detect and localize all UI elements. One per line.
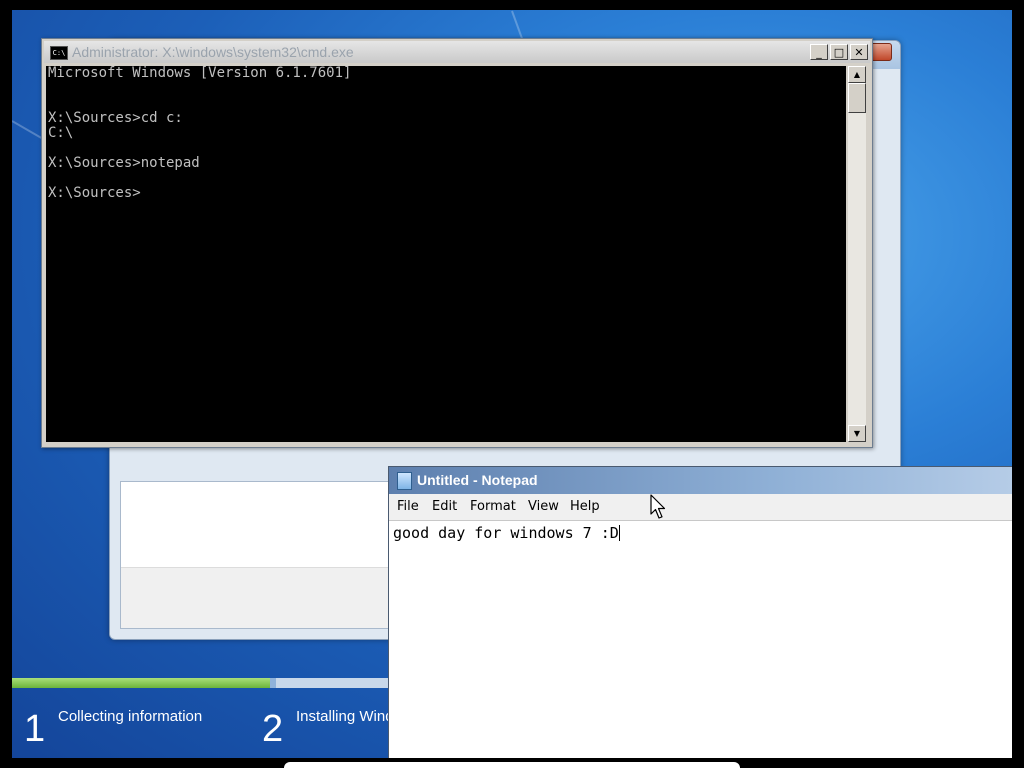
cmd-window[interactable]: C:\ Administrator: X:\windows\system32\c… <box>41 38 873 448</box>
close-button[interactable]: ✕ <box>850 44 868 60</box>
setup-step-number: 1 <box>24 708 46 750</box>
cmd-titlebar[interactable]: C:\ Administrator: X:\windows\system32\c… <box>44 41 870 63</box>
cmd-scrollbar[interactable]: ▲ ▼ <box>848 66 866 442</box>
scrollbar-thumb[interactable] <box>848 83 866 113</box>
cmd-app-icon[interactable]: C:\ <box>50 46 68 60</box>
text-caret <box>618 525 620 541</box>
menu-file[interactable]: File <box>397 499 419 514</box>
scroll-down-arrow-icon[interactable]: ▼ <box>848 425 866 442</box>
console-line: Microsoft Windows [Version 6.1.7601] <box>48 66 352 81</box>
scroll-up-arrow-icon[interactable]: ▲ <box>848 66 866 83</box>
menu-format[interactable]: Format <box>470 499 516 514</box>
minimize-button[interactable]: _ <box>810 44 828 60</box>
notepad-window[interactable]: Untitled - Notepad File Edit Format View… <box>388 466 1012 758</box>
menu-help[interactable]: Help <box>570 499 600 514</box>
menu-edit[interactable]: Edit <box>432 499 457 514</box>
console-line: X:\Sources>cd c: <box>48 110 183 126</box>
background-streak <box>511 10 524 40</box>
bottom-overlay <box>284 762 740 768</box>
setup-step-number: 2 <box>262 708 284 750</box>
console-line: X:\Sources>notepad <box>48 155 200 171</box>
maximize-button[interactable]: □ <box>830 44 848 60</box>
notepad-titlebar[interactable]: Untitled - Notepad <box>389 467 1012 494</box>
progress-step-1-fill <box>12 678 270 688</box>
menu-view[interactable]: View <box>528 499 559 514</box>
notepad-app-icon[interactable] <box>397 472 412 490</box>
notepad-text-area[interactable]: good day for windows 7 :D <box>393 524 1012 758</box>
desktop-background: 1 Collecting information 2 Installing Wi… <box>12 10 1012 758</box>
console-line: X:\Sources> <box>48 185 141 201</box>
notepad-text-content: good day for windows 7 :D <box>393 524 619 542</box>
notepad-window-title: Untitled - Notepad <box>417 472 538 488</box>
mouse-pointer-icon <box>650 494 666 519</box>
setup-step-label: Collecting information <box>58 708 203 725</box>
cmd-console-output[interactable]: Microsoft Windows [Version 6.1.7601] X:\… <box>46 66 846 442</box>
notepad-menubar: File Edit Format View Help <box>389 494 1012 521</box>
cmd-window-title: Administrator: X:\windows\system32\cmd.e… <box>72 44 354 60</box>
console-line: C:\ <box>48 125 74 141</box>
